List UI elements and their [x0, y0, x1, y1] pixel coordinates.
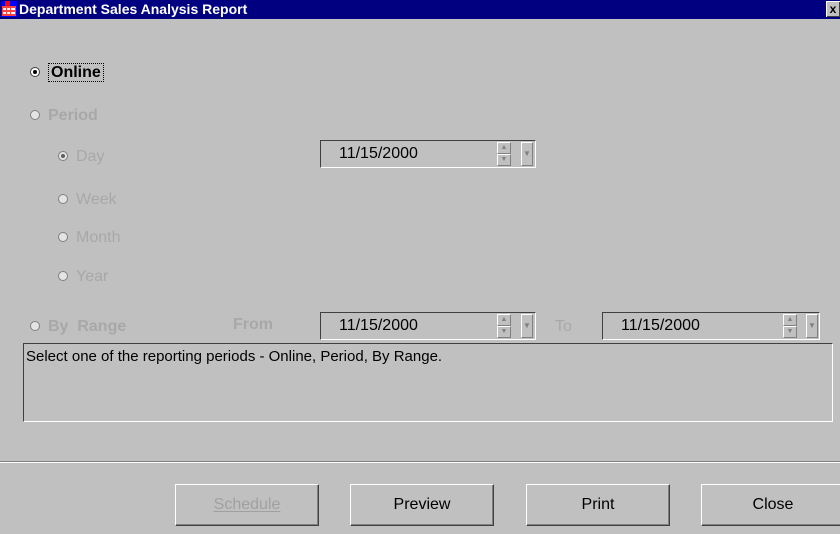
radio-period[interactable]: Period	[30, 107, 98, 125]
down-arrow-icon[interactable]: ▼	[783, 326, 797, 338]
dropdown-arrow-icon[interactable]: ▼	[521, 142, 533, 166]
down-arrow-icon[interactable]: ▼	[497, 326, 511, 338]
radio-online-indicator[interactable]	[30, 66, 40, 77]
from-date-spinner[interactable]: ▲ ▼	[497, 314, 511, 338]
close-button[interactable]: Close	[701, 484, 840, 526]
from-date-value: 11/15/2000	[339, 317, 418, 334]
schedule-button[interactable]: Schedule	[175, 484, 319, 526]
print-button-label: Print	[581, 496, 615, 513]
day-date-value: 11/15/2000	[339, 145, 418, 162]
report-grid-icon	[1, 1, 17, 17]
preview-button-label: Preview	[393, 496, 451, 513]
radio-week[interactable]: Week	[58, 191, 117, 209]
down-arrow-icon[interactable]: ▼	[497, 154, 511, 166]
radio-year-indicator[interactable]	[58, 270, 68, 281]
to-date-value: 11/15/2000	[621, 317, 700, 334]
close-window-icon[interactable]: x	[826, 1, 840, 17]
dropdown-arrow-icon[interactable]: ▼	[521, 314, 533, 338]
radio-month[interactable]: Month	[58, 229, 120, 247]
day-date-spinner[interactable]: ▲ ▼	[497, 142, 511, 166]
day-date-field[interactable]: 11/15/2000 ▲ ▼ ▼	[320, 140, 536, 168]
dropdown-arrow-icon[interactable]: ▼	[806, 314, 818, 338]
radio-by-range-label: By Range	[48, 318, 127, 335]
radio-week-indicator[interactable]	[58, 193, 68, 204]
radio-by-range[interactable]: By Range	[30, 318, 126, 336]
radio-year-label: Year	[76, 268, 109, 285]
title-bar: Department Sales Analysis Report x	[0, 0, 840, 19]
close-button-label: Close	[752, 496, 794, 513]
from-label: From	[233, 316, 273, 333]
message-text: Select one of the reporting periods - On…	[26, 348, 443, 365]
radio-day[interactable]: Day	[58, 148, 104, 166]
window-title: Department Sales Analysis Report	[19, 1, 248, 17]
radio-online[interactable]: Online	[30, 63, 104, 82]
from-date-field[interactable]: 11/15/2000 ▲ ▼ ▼	[320, 312, 536, 340]
up-arrow-icon[interactable]: ▲	[783, 314, 797, 326]
radio-period-label: Period	[48, 107, 98, 124]
radio-month-label: Month	[76, 229, 121, 246]
radio-year[interactable]: Year	[58, 268, 108, 286]
radio-period-indicator[interactable]	[30, 109, 40, 120]
radio-day-indicator[interactable]	[58, 150, 68, 161]
to-date-field[interactable]: 11/15/2000 ▲ ▼ ▼	[602, 312, 820, 340]
divider	[0, 461, 840, 463]
preview-button[interactable]: Preview	[350, 484, 494, 526]
to-label: To	[555, 318, 572, 335]
radio-week-label: Week	[76, 191, 117, 208]
radio-online-label: Online	[48, 63, 104, 82]
up-arrow-icon[interactable]: ▲	[497, 314, 511, 326]
radio-day-label: Day	[76, 148, 105, 165]
radio-month-indicator[interactable]	[58, 231, 68, 242]
print-button[interactable]: Print	[526, 484, 670, 526]
up-arrow-icon[interactable]: ▲	[497, 142, 511, 154]
to-date-spinner[interactable]: ▲ ▼	[783, 314, 797, 338]
radio-by-range-indicator[interactable]	[30, 320, 40, 331]
schedule-button-label: Schedule	[213, 496, 281, 513]
message-box: Select one of the reporting periods - On…	[23, 343, 833, 422]
